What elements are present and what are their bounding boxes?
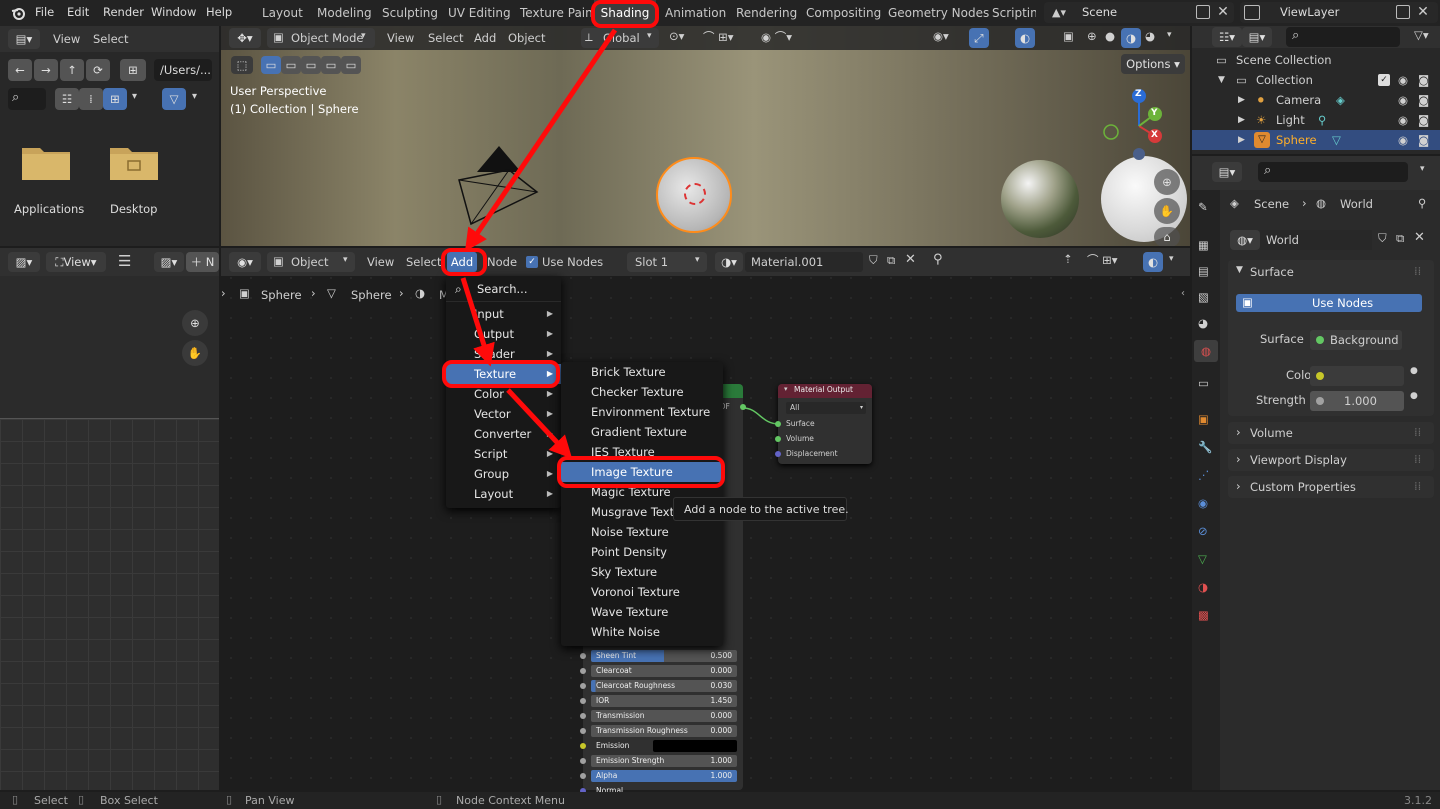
annotation-arrows — [460, 28, 618, 459]
